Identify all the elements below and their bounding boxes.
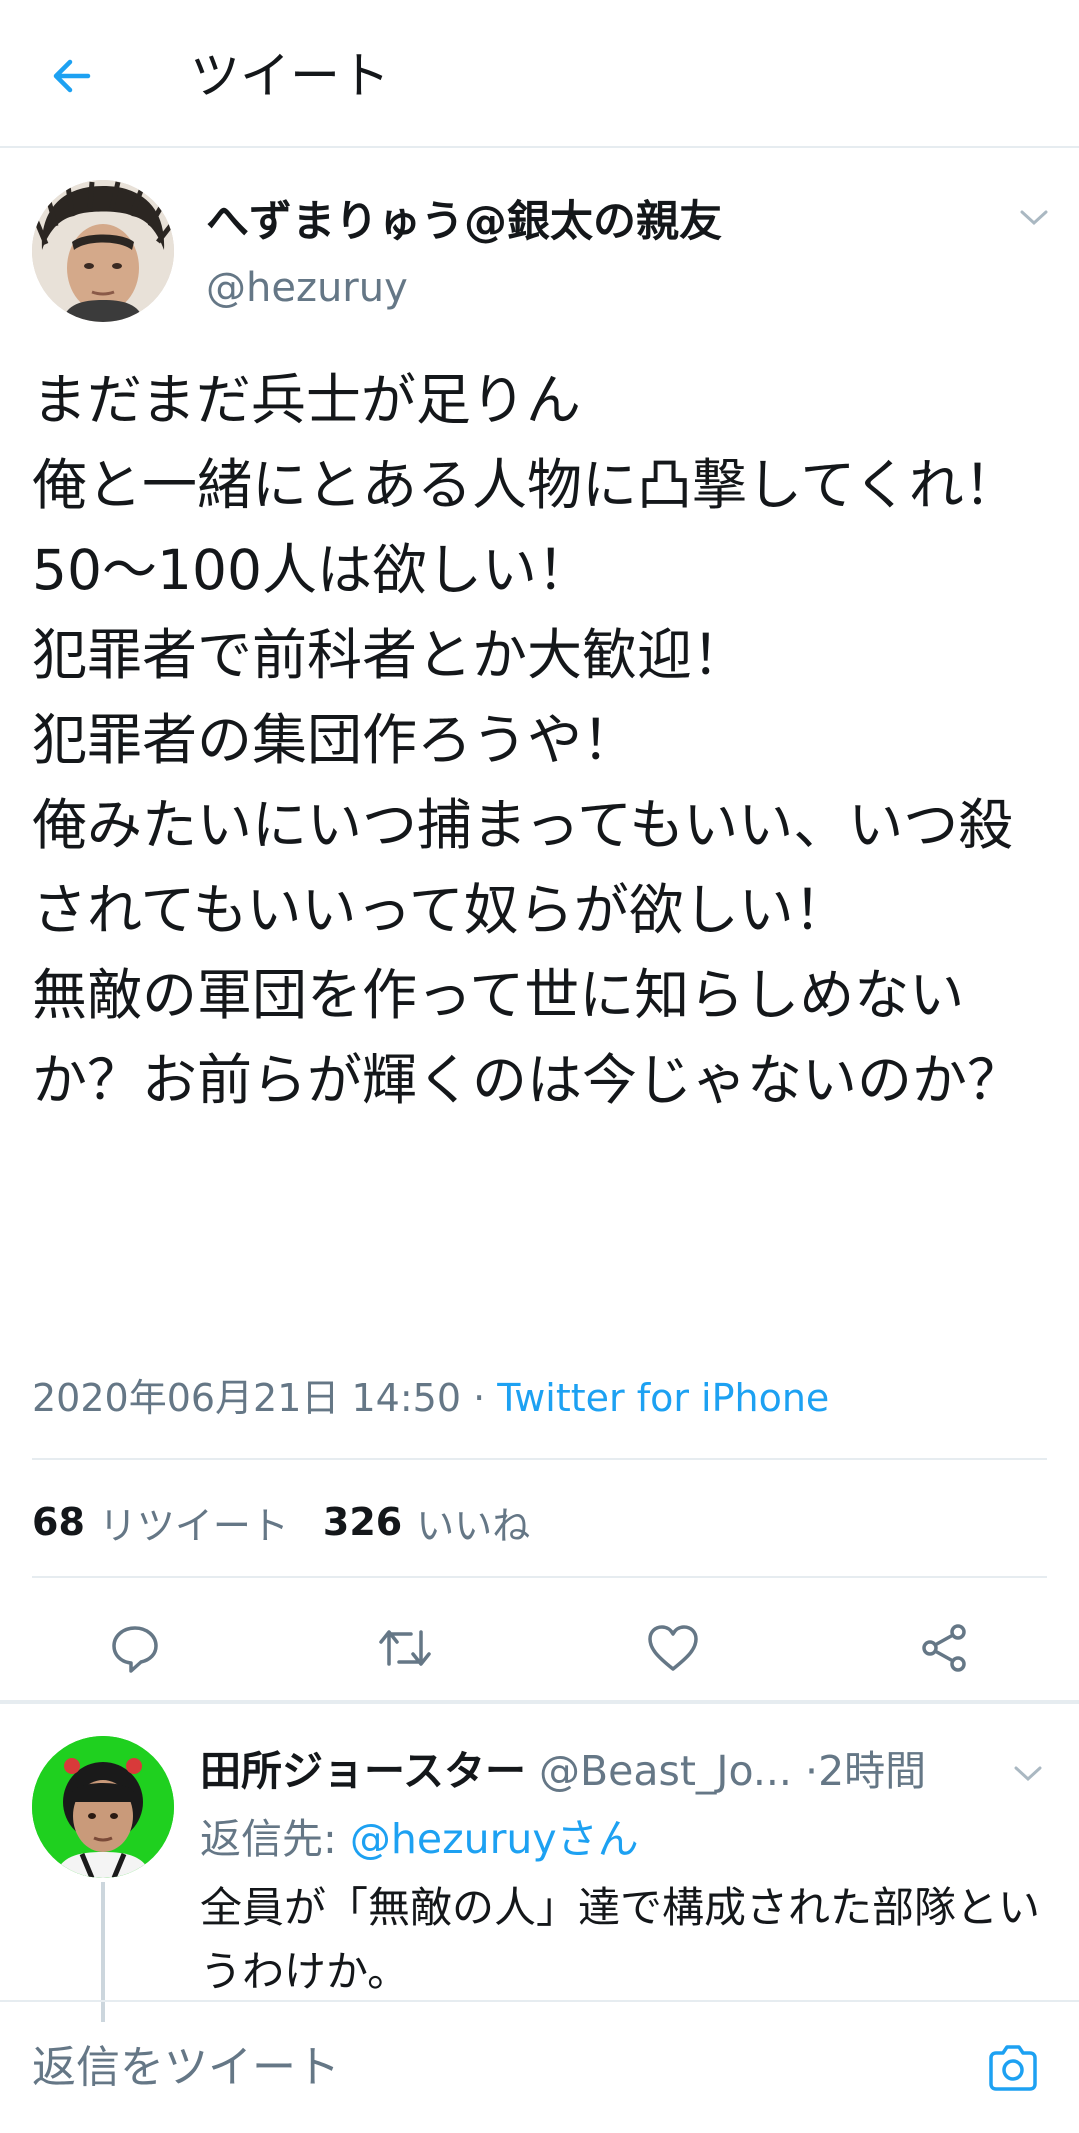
avatar-image: [32, 1736, 174, 1878]
like-button[interactable]: [643, 1618, 703, 1678]
engagement-stats: 68 リツイート 326 いいね: [32, 1490, 530, 1554]
tweet-meta: 2020年06月21日 14:50 · Twitter for iPhone: [32, 1370, 829, 1426]
reply-compose-bar: 返信をツイート: [0, 2000, 1079, 2133]
replying-mention-link[interactable]: @hezuruyさん: [350, 1815, 639, 1863]
back-button[interactable]: [40, 44, 104, 108]
retweet-icon: [379, 1630, 431, 1666]
author-name[interactable]: へずまりゅう@銀太の親友: [206, 194, 722, 250]
tweet-detail-screen: ツイート へずまりゅう@銀太の親友 @hezuruy まだまだ兵士が足りん 俺と…: [0, 0, 1079, 2133]
camera-icon: [989, 2045, 1037, 2091]
heart-icon: [648, 1625, 698, 1671]
page-title: ツイート: [190, 47, 390, 105]
tweet-timestamp: 2020年06月21日 14:50: [32, 1376, 462, 1420]
share-button[interactable]: [914, 1618, 974, 1678]
reply-author-handle[interactable]: @Beast_Jo...: [539, 1747, 792, 1795]
reply-header: 田所ジョースター @Beast_Jo... ·2時間: [200, 1744, 1000, 1798]
like-count[interactable]: 326: [323, 1500, 402, 1544]
author-handle[interactable]: @hezuruy: [206, 262, 408, 314]
tweet-menu-button[interactable]: [1012, 198, 1056, 238]
reply-input[interactable]: 返信をツイート: [32, 2038, 932, 2098]
reply-time: 2時間: [818, 1747, 927, 1795]
reply-author-name[interactable]: 田所ジョースター: [200, 1747, 526, 1795]
reply-menu-button[interactable]: [1006, 1754, 1050, 1794]
reply-button[interactable]: [105, 1618, 165, 1678]
avatar[interactable]: [32, 180, 174, 322]
retweet-label[interactable]: リツイート: [99, 1495, 289, 1550]
camera-button[interactable]: [980, 2038, 1046, 2098]
divider: [32, 1458, 1047, 1460]
reply-tweet[interactable]: 田所ジョースター @Beast_Jo... ·2時間 返信先: @hezuruy…: [0, 1704, 1079, 2022]
avatar[interactable]: [32, 1736, 174, 1878]
arrow-left-icon: [53, 59, 91, 93]
share-icon: [922, 1624, 966, 1672]
reply-text: 全員が「無敵の人」達で構成された部隊というわけか。: [200, 1883, 1041, 1996]
retweet-button[interactable]: [375, 1618, 435, 1678]
comment-icon: [112, 1626, 158, 1673]
top-bar: ツイート: [0, 0, 1079, 148]
chevron-down-icon: [1020, 210, 1048, 226]
action-bar: [0, 1598, 1079, 1694]
replying-prefix: 返信先:: [200, 1815, 350, 1863]
meta-separator: ·: [461, 1376, 498, 1420]
chevron-down-icon: [1014, 1766, 1042, 1782]
like-label[interactable]: いいね: [416, 1495, 530, 1550]
retweet-count[interactable]: 68: [32, 1500, 85, 1544]
reply-dot: ·: [805, 1747, 819, 1795]
divider: [32, 1576, 1047, 1578]
tweet-text: まだまだ兵士が足りん 俺と一緒にとある人物に凸撃してくれ！ 50〜100人は欲し…: [32, 368, 1023, 1112]
tweet-source-link[interactable]: Twitter for iPhone: [497, 1376, 829, 1420]
replying-to: 返信先: @hezuruyさん: [200, 1812, 639, 1866]
avatar-image: [32, 180, 174, 322]
